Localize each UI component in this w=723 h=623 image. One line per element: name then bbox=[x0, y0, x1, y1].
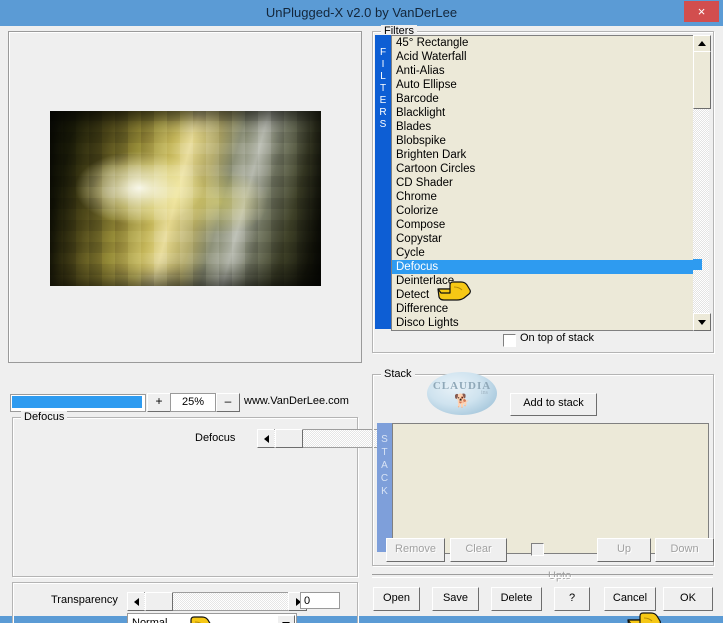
filter-list-item[interactable]: Difference bbox=[392, 302, 694, 316]
claudia-logo-subtext: ins bbox=[480, 390, 488, 396]
remove-button[interactable]: Remove bbox=[386, 538, 445, 562]
preview-panel[interactable] bbox=[8, 31, 362, 363]
progress-bar-fill bbox=[12, 396, 142, 408]
filter-list-item[interactable]: Deinterlace bbox=[392, 274, 694, 288]
title-bar: UnPlugged-X v2.0 by VanDerLee × bbox=[0, 0, 723, 26]
transparency-group: Transparency 0 Normal bbox=[12, 582, 358, 623]
progress-bar bbox=[10, 394, 146, 412]
filters-listbox[interactable]: 45° Rectangle Acid Waterfall Anti-Alias Aut… bbox=[391, 35, 695, 331]
transparency-slider-thumb[interactable] bbox=[145, 592, 173, 611]
stack-sidebar-letters: STACK bbox=[380, 434, 389, 497]
filters-group: Filters FILTERS 45° Rectangle Acid Waterf… bbox=[372, 25, 714, 353]
filter-list-item[interactable]: Blades bbox=[392, 120, 694, 134]
down-button[interactable]: Down bbox=[655, 538, 714, 562]
open-button[interactable]: Open bbox=[373, 587, 420, 611]
filter-list-item[interactable]: Colorize bbox=[392, 204, 694, 218]
transparency-value-field[interactable]: 0 bbox=[300, 592, 340, 609]
defocus-group: Defocus Defocus 6 bbox=[12, 411, 588, 577]
stack-group-title: Stack bbox=[381, 368, 415, 380]
help-button[interactable]: ? bbox=[554, 587, 590, 611]
stack-listbox[interactable] bbox=[392, 423, 709, 554]
defocus-slider-label: Defocus bbox=[195, 432, 236, 444]
filter-list-item[interactable]: Brighten Dark bbox=[392, 148, 694, 162]
delete-button[interactable]: Delete bbox=[491, 587, 542, 611]
footer-separator bbox=[372, 574, 713, 578]
chevron-down-icon[interactable] bbox=[277, 615, 295, 623]
clear-button[interactable]: Clear bbox=[450, 538, 507, 562]
zoom-in-button[interactable]: + bbox=[147, 393, 171, 412]
filter-list-item[interactable]: Blobspike bbox=[392, 134, 694, 148]
scrollbar-selection-marker bbox=[693, 259, 702, 270]
scrollbar-thumb[interactable] bbox=[693, 51, 711, 109]
blend-mode-value: Normal bbox=[132, 617, 168, 623]
add-to-stack-button[interactable]: Add to stack bbox=[510, 393, 597, 416]
ok-button[interactable]: OK bbox=[663, 587, 713, 611]
unplugged-x-dialog: UnPlugged-X v2.0 by VanDerLee × + 25% – … bbox=[0, 0, 723, 623]
filter-list-item[interactable]: Barcode bbox=[392, 92, 694, 106]
filters-sidebar-label: FILTERS bbox=[375, 35, 391, 329]
filter-list-item[interactable]: Defocus bbox=[392, 260, 694, 274]
filter-list-item[interactable]: Copystar bbox=[392, 232, 694, 246]
upto-checkbox[interactable] bbox=[531, 543, 544, 556]
on-top-of-stack-label: On top of stack bbox=[520, 332, 594, 344]
on-top-of-stack-checkbox[interactable] bbox=[503, 334, 516, 347]
filter-list-item[interactable]: Detect bbox=[392, 288, 694, 302]
filter-list-item[interactable]: CD Shader bbox=[392, 176, 694, 190]
filter-list-item[interactable]: Acid Waterfall bbox=[392, 50, 694, 64]
defocus-slider-thumb[interactable] bbox=[275, 429, 303, 448]
save-button[interactable]: Save bbox=[432, 587, 479, 611]
up-button[interactable]: Up bbox=[597, 538, 651, 562]
transparency-label: Transparency bbox=[51, 594, 118, 606]
vanderlee-website-link[interactable]: www.VanDerLee.com bbox=[244, 395, 349, 407]
filter-list-item[interactable]: Compose bbox=[392, 218, 694, 232]
claudia-watermark-logo: CLAUDIA ins 🐕 bbox=[427, 372, 497, 415]
dog-icon: 🐕 bbox=[454, 393, 471, 408]
filter-list-item[interactable]: Auto Ellipse bbox=[392, 78, 694, 92]
close-icon[interactable]: × bbox=[684, 1, 719, 22]
zoom-level-value: 25% bbox=[170, 393, 216, 412]
filters-scrollbar[interactable] bbox=[693, 35, 711, 331]
window-title: UnPlugged-X v2.0 by VanDerLee bbox=[265, 5, 458, 20]
defocus-group-title: Defocus bbox=[21, 411, 68, 423]
stack-sidebar-label: STACK bbox=[377, 423, 392, 552]
filters-sidebar-letters: FILTERS bbox=[379, 47, 387, 130]
filter-list-item[interactable]: Anti-Alias bbox=[392, 64, 694, 78]
cancel-button[interactable]: Cancel bbox=[604, 587, 656, 611]
filter-list-item[interactable]: Cartoon Circles bbox=[392, 162, 694, 176]
filter-list-item[interactable]: Disco Lights bbox=[392, 316, 694, 330]
zoom-out-button[interactable]: – bbox=[216, 393, 240, 412]
dialog-body: + 25% – www.VanDerLee.com Defocus Defocu… bbox=[0, 25, 723, 623]
blend-mode-select[interactable]: Normal bbox=[127, 613, 297, 623]
scroll-down-button[interactable] bbox=[693, 313, 711, 331]
preview-image bbox=[50, 111, 321, 286]
filter-list-item[interactable]: 45° Rectangle bbox=[392, 36, 694, 50]
filter-list-item[interactable]: Blacklight bbox=[392, 106, 694, 120]
filter-list-item[interactable]: Cycle bbox=[392, 246, 694, 260]
filter-list-item[interactable]: Distortion bbox=[392, 330, 694, 331]
filter-list-item[interactable]: Chrome bbox=[392, 190, 694, 204]
